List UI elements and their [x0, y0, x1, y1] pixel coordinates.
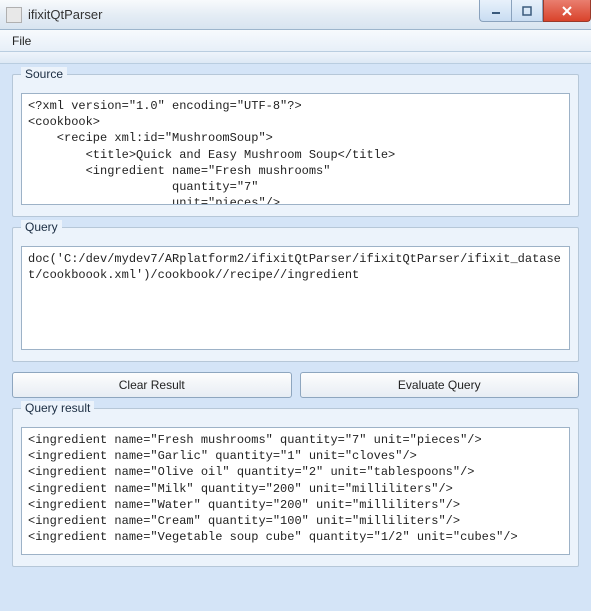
query-input[interactable] — [21, 246, 570, 350]
close-icon — [561, 5, 573, 17]
result-label: Query result — [21, 401, 94, 415]
query-label: Query — [21, 220, 62, 234]
toolbar-stub — [0, 52, 591, 64]
maximize-icon — [522, 6, 532, 16]
clear-result-label: Clear Result — [119, 378, 185, 392]
app-icon — [6, 7, 22, 23]
window-titlebar: ifixitQtParser — [0, 0, 591, 30]
source-input[interactable] — [21, 93, 570, 205]
close-button[interactable] — [543, 0, 591, 22]
maximize-button[interactable] — [511, 0, 543, 22]
menu-file[interactable]: File — [4, 32, 39, 50]
clear-result-button[interactable]: Clear Result — [12, 372, 292, 398]
result-group: Query result — [12, 408, 579, 567]
evaluate-query-label: Evaluate Query — [398, 378, 481, 392]
result-output[interactable] — [21, 427, 570, 555]
client-area: Source Query Clear Result Evaluate Query… — [0, 64, 591, 611]
minimize-button[interactable] — [479, 0, 511, 22]
evaluate-query-button[interactable]: Evaluate Query — [300, 372, 580, 398]
minimize-icon — [491, 6, 501, 16]
query-group: Query — [12, 227, 579, 362]
window-title: ifixitQtParser — [28, 7, 102, 22]
menu-bar: File — [0, 30, 591, 52]
source-label: Source — [21, 67, 67, 81]
source-group: Source — [12, 74, 579, 217]
button-row: Clear Result Evaluate Query — [12, 372, 579, 398]
window-buttons — [479, 0, 591, 22]
